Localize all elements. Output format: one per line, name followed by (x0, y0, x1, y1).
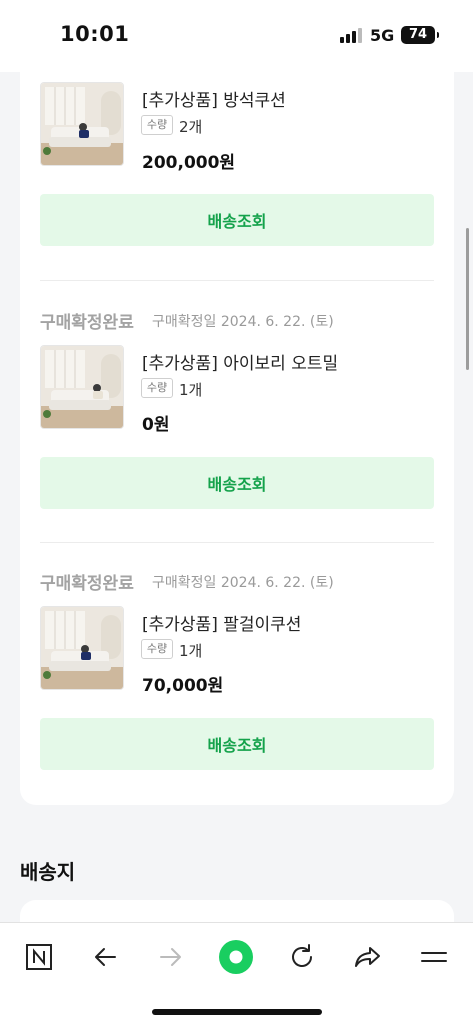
battery-level: 74 (408, 27, 428, 42)
forward-arrow-icon[interactable] (151, 937, 191, 977)
product-thumbnail[interactable] (40, 606, 124, 690)
shipping-section-title: 배송지 (20, 860, 76, 884)
share-icon[interactable] (348, 937, 388, 977)
quantity-value: 2개 (179, 118, 203, 136)
product-thumbnail[interactable] (40, 345, 124, 429)
purchase-confirm-date: 구매확정일 2024. 6. 22. (토) (152, 314, 334, 330)
back-arrow-icon[interactable] (85, 937, 125, 977)
product-price: 70,000원 (142, 676, 224, 696)
refresh-icon[interactable] (282, 937, 322, 977)
product-price: 0원 (142, 415, 170, 435)
product-name: [추가상품] 팔걸이쿠션 (142, 615, 302, 635)
signal-strength-icon (340, 28, 362, 43)
quantity-value: 1개 (179, 381, 203, 399)
menu-icon[interactable] (414, 937, 454, 977)
track-delivery-button[interactable]: 배송조회 (40, 457, 434, 509)
status-bar: 10:01 5G 74 (0, 0, 473, 72)
purchase-confirm-date: 구매확정일 2024. 6. 22. (토) (152, 575, 334, 591)
track-delivery-button[interactable]: 배송조회 (40, 718, 434, 770)
status-time: 10:01 (60, 22, 130, 46)
product-thumbnail[interactable] (40, 82, 124, 166)
sofa-product-image (41, 607, 123, 689)
product-price: 200,000원 (142, 153, 236, 173)
product-name: [추가상품] 아이보리 오트밀 (142, 354, 339, 374)
quantity-badge: 수량 (141, 115, 173, 135)
track-delivery-button[interactable]: 배송조회 (40, 194, 434, 246)
sofa-product-image (41, 83, 123, 165)
browser-bottom-bar (0, 922, 473, 1024)
item-divider (40, 280, 434, 281)
green-circle-home-icon[interactable] (216, 937, 256, 977)
naver-n-icon[interactable] (19, 937, 59, 977)
home-indicator (152, 1009, 322, 1015)
quantity-value: 1개 (179, 642, 203, 660)
quantity-badge: 수량 (141, 378, 173, 398)
order-status-label: 구매확정완료 (40, 574, 134, 594)
order-items-card: [추가상품] 방석쿠션 수량 2개 200,000원 배송조회 구매확정완료 구… (20, 72, 454, 805)
sofa-product-image (41, 346, 123, 428)
quantity-badge: 수량 (141, 639, 173, 659)
item-divider (40, 542, 434, 543)
battery-icon: 74 (401, 26, 439, 44)
network-label: 5G (370, 26, 395, 45)
product-name: [추가상품] 방석쿠션 (142, 91, 286, 111)
scrollbar[interactable] (466, 228, 469, 370)
order-status-label: 구매확정완료 (40, 313, 134, 333)
